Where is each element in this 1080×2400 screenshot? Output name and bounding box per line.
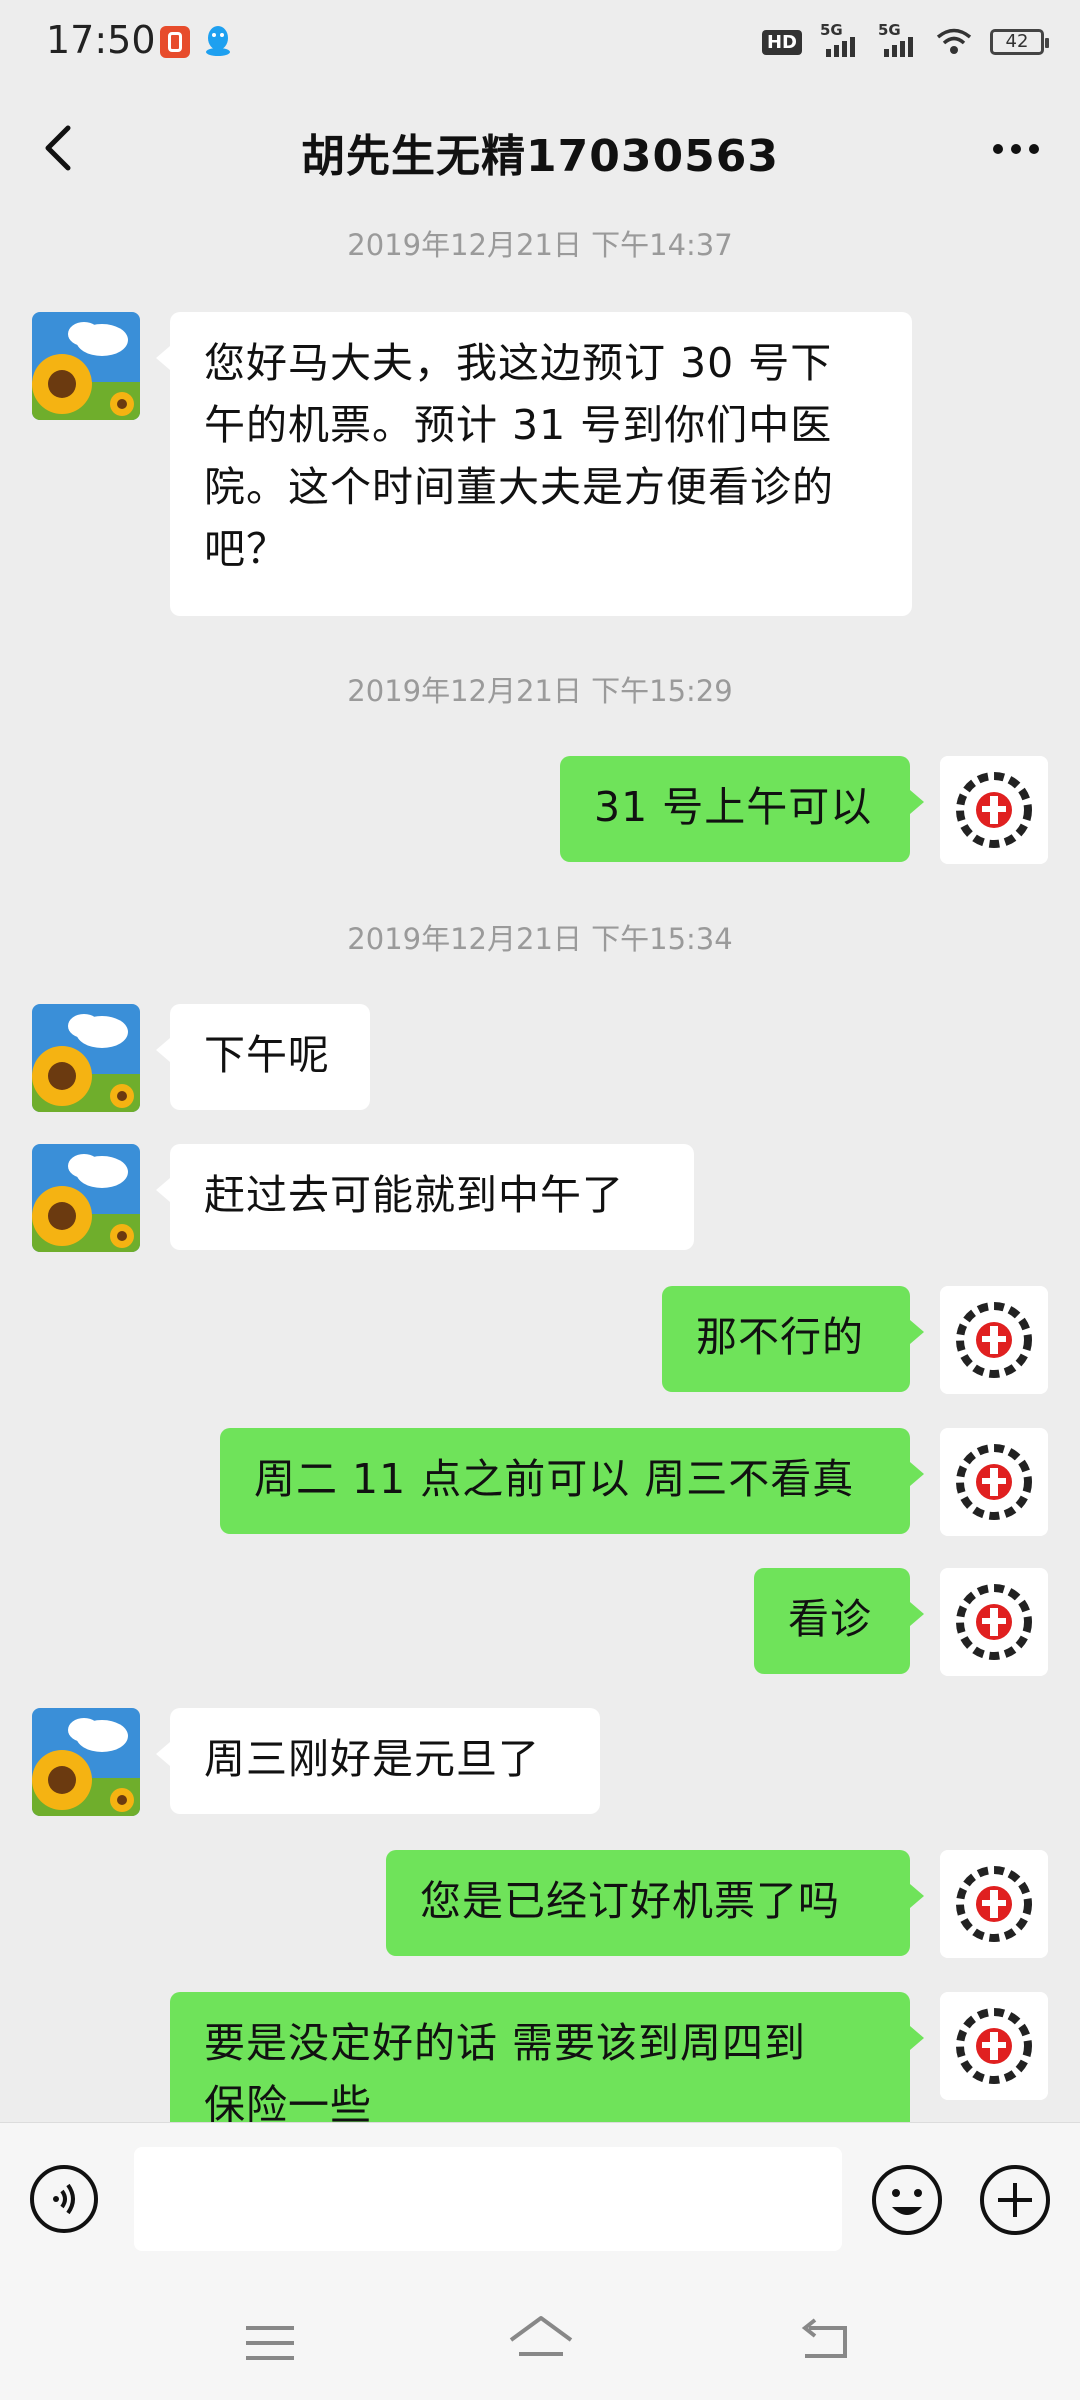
home-icon[interactable] — [505, 2310, 577, 2370]
my-avatar[interactable] — [940, 1428, 1048, 1536]
incoming-message-bubble[interactable]: 周三刚好是元旦了 — [156, 1708, 600, 1814]
more-dots-icon[interactable] — [986, 124, 1046, 174]
incoming-message-bubble[interactable]: 您好马大夫，我这边预订 30 号下 午的机票。预计 31 号到你们中医 院。这个… — [156, 312, 912, 616]
menu-icon[interactable] — [240, 2318, 300, 2368]
hospital-logo-icon — [940, 1428, 1048, 1536]
my-avatar[interactable] — [940, 756, 1048, 864]
hospital-logo-icon — [940, 1850, 1048, 1958]
signal-icon: 5G — [820, 21, 860, 57]
sunflower-avatar-icon — [32, 1708, 140, 1816]
contact-avatar[interactable] — [32, 1144, 140, 1252]
outgoing-message-bubble[interactable]: 那不行的 — [662, 1286, 924, 1392]
signal-icon: 5G — [878, 21, 918, 57]
qq-penguin-icon — [206, 26, 230, 56]
contact-avatar[interactable] — [32, 1004, 140, 1112]
message-timestamp: 2019年12月21日 下午15:29 — [347, 674, 733, 708]
message-timestamp: 2019年12月21日 下午14:37 — [347, 228, 733, 262]
my-avatar[interactable] — [940, 1992, 1048, 2100]
outgoing-message-bubble[interactable]: 周二 11 点之前可以 周三不看真 — [220, 1428, 924, 1534]
contact-avatar[interactable] — [32, 1708, 140, 1816]
notification-app-icon — [160, 26, 190, 58]
back-nav-icon[interactable] — [795, 2314, 855, 2368]
battery-icon: 42 — [990, 29, 1049, 55]
outgoing-message-bubble[interactable]: 看诊 — [754, 1568, 924, 1674]
outgoing-message-bubble[interactable]: 31 号上午可以 — [560, 756, 924, 862]
contact-avatar[interactable] — [32, 312, 140, 420]
sunflower-avatar-icon — [32, 312, 140, 420]
my-avatar[interactable] — [940, 1568, 1048, 1676]
wifi-icon — [936, 28, 972, 54]
sunflower-avatar-icon — [32, 1144, 140, 1252]
message-input-bar — [0, 2122, 1080, 2283]
incoming-message-bubble[interactable]: 赶过去可能就到中午了 — [156, 1144, 694, 1250]
hospital-logo-icon — [940, 1992, 1048, 2100]
message-input[interactable] — [134, 2147, 842, 2251]
emoji-icon[interactable] — [870, 2163, 944, 2237]
outgoing-message-bubble[interactable]: 您是已经订好机票了吗 — [386, 1850, 924, 1956]
my-avatar[interactable] — [940, 1286, 1048, 1394]
message-timestamp: 2019年12月21日 下午15:34 — [347, 922, 733, 956]
sunflower-avatar-icon — [32, 1004, 140, 1112]
my-avatar[interactable] — [940, 1850, 1048, 1958]
system-nav-bar — [0, 2282, 1080, 2400]
hospital-logo-icon — [940, 1568, 1048, 1676]
hospital-logo-icon — [940, 756, 1048, 864]
status-bar: 17:50 HD 5G 5G 42 — [0, 0, 1080, 84]
hospital-logo-icon — [940, 1286, 1048, 1394]
voice-icon[interactable] — [28, 2163, 100, 2235]
status-icons: HD 5G 5G 42 — [761, 21, 1049, 62]
chat-title: 胡先生无精17030563 — [301, 131, 779, 182]
plus-icon[interactable] — [978, 2163, 1052, 2237]
incoming-message-bubble[interactable]: 下午呢 — [156, 1004, 370, 1110]
chat-header: 胡先生无精17030563 — [0, 84, 1080, 212]
hd-badge: HD — [761, 29, 802, 55]
status-time: 17:50 — [46, 18, 156, 62]
